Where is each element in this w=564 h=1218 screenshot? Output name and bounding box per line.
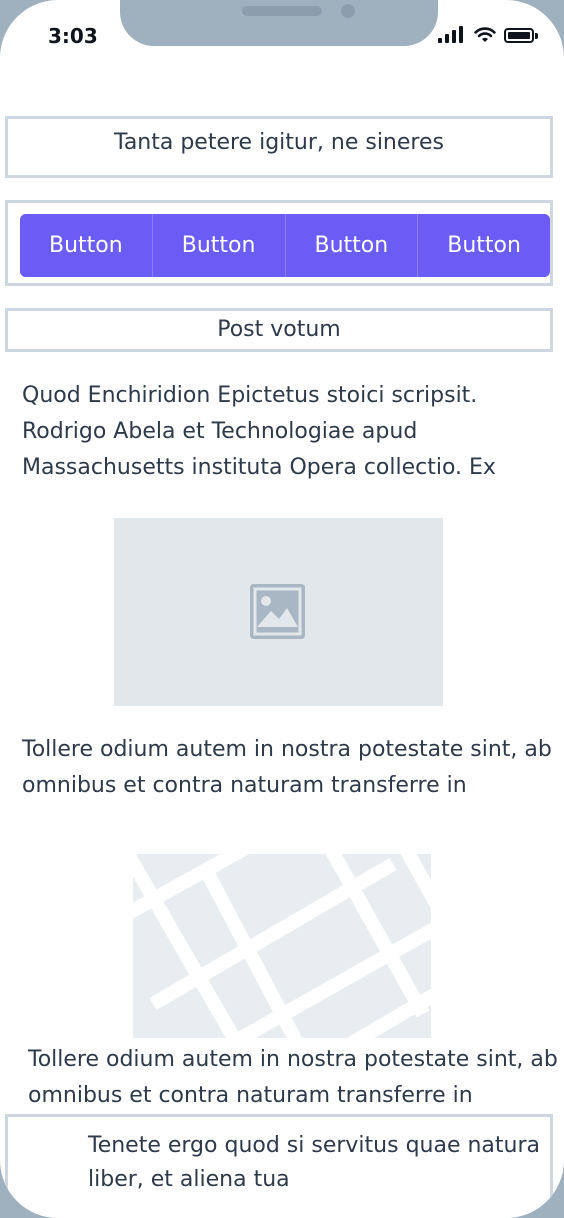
status-icons <box>438 24 540 46</box>
screen: 3:03 Tanta petere igitur, ne sineres But… <box>0 0 564 1218</box>
image-icon <box>250 584 305 639</box>
footer-text: Tenete ergo quod si servitus quae natura… <box>88 1133 541 1192</box>
button-4[interactable]: Button <box>418 214 550 277</box>
button-3[interactable]: Button <box>285 214 419 277</box>
section-subheader: Post votum <box>5 308 553 352</box>
button-group: Button Button Button Button <box>20 214 550 277</box>
map-placeholder <box>133 854 431 1038</box>
speaker <box>242 6 322 16</box>
status-time: 3:03 <box>48 24 98 48</box>
footer-card: Tenete ergo quod si servitus quae natura… <box>5 1114 553 1218</box>
page-title: Tanta petere igitur, ne sineres <box>5 116 553 178</box>
button-group-container: Button Button Button Button <box>5 200 553 286</box>
device-frame: 3:03 Tanta petere igitur, ne sineres But… <box>0 0 564 1218</box>
wifi-icon <box>474 27 496 42</box>
paragraph-3: Tollere odium autem in nostra potestate … <box>28 1047 558 1108</box>
camera <box>341 4 355 18</box>
image-placeholder <box>114 518 443 706</box>
paragraph-2: Tollere odium autem in nostra potestate … <box>22 737 552 798</box>
paragraph-1: Quod Enchiridion Epictetus stoici scrips… <box>22 383 496 480</box>
signal-icon <box>438 24 468 46</box>
battery-icon <box>504 28 534 43</box>
button-1[interactable]: Button <box>20 214 153 277</box>
button-2[interactable]: Button <box>152 214 286 277</box>
